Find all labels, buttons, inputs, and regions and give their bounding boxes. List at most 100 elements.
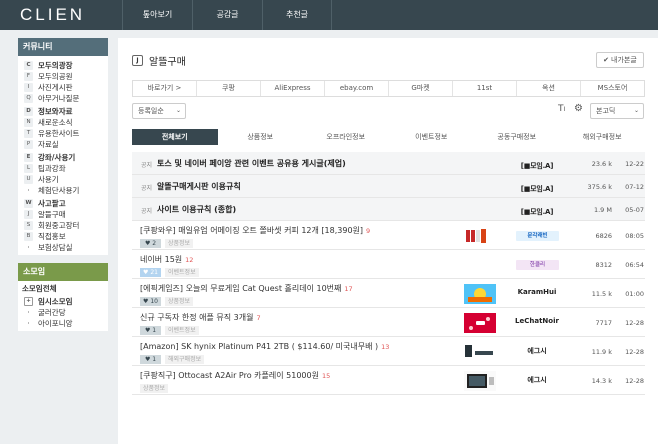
sidebar-item[interactable]: · 굴러간당 — [18, 307, 108, 318]
comment-count[interactable]: 7 — [256, 314, 260, 322]
post-row[interactable]: [쿠팡와우] 매일유업 어메이징 오트 쫄바셋 커피 12개 [18,390원]… — [132, 221, 645, 250]
tab-0[interactable]: 전체보기 — [132, 129, 218, 145]
announcement-row[interactable]: 공지 알뜰구매게시판 이용규칙 [■모임.A] 375.6 k 07-12 — [132, 175, 645, 198]
post-title-wrap[interactable]: 네이버 15원 12 — [140, 254, 193, 265]
post-row[interactable]: 신규 구독자 한정 애플 뮤직 3개월 7 ♥ 1 이벤트정보 LeChatNoir 77… — [132, 308, 645, 337]
author-nickname[interactable]: LeChatNoir — [500, 317, 574, 325]
post-title-wrap[interactable]: 신규 구독자 한정 애플 뮤직 3개월 7 — [140, 312, 261, 323]
post-thumbnail[interactable] — [464, 226, 496, 246]
sidebar-item[interactable]: + 임시소모임 — [18, 296, 108, 307]
post-thumbnail[interactable] — [464, 371, 496, 391]
sidebar-item[interactable]: T 유용한사이트 — [18, 128, 108, 139]
sidebar-item[interactable]: 소모임전체 — [18, 283, 108, 294]
post-title-wrap[interactable]: [쿠팡와우] 매일유업 어메이징 오트 쫄바셋 커피 12개 [18,390원]… — [140, 225, 370, 236]
sidebar-item[interactable]: I 사진게시판 — [18, 82, 108, 93]
post-title[interactable]: [에픽게임즈] 오늘의 무료게임 Cat Quest 홀리데이 10번째 — [140, 284, 341, 293]
author-nickname[interactable]: 한클리 — [516, 260, 559, 270]
author-nickname[interactable]: [■모임.A] — [500, 161, 574, 171]
hit-count: 8312 — [595, 261, 612, 269]
comment-count[interactable]: 13 — [381, 343, 389, 351]
sidebar-item[interactable]: Q 아무거나질문 — [18, 93, 108, 104]
sidebar-somoim-header[interactable]: 소모임 — [18, 263, 108, 281]
tab-1[interactable]: 상품정보 — [218, 129, 304, 145]
filter-link[interactable]: ebay.com — [325, 81, 389, 96]
comment-count[interactable]: 9 — [366, 227, 370, 235]
announcement-row[interactable]: 공지 토스 및 네이버 페이앙 관련 이벤트 공유용 게시글(제업) [■모임.A]… — [132, 152, 645, 175]
filter-link[interactable]: MS스토어 — [581, 81, 644, 96]
post-title[interactable]: 신규 구독자 한정 애플 뮤직 3개월 — [140, 313, 253, 322]
announcement-title[interactable]: 알뜰구매게시판 이용규칙 — [157, 181, 241, 192]
filter-link[interactable]: G마켓 — [389, 81, 453, 96]
tab-2[interactable]: 오프라인정보 — [303, 129, 389, 145]
sidebar-item[interactable]: N 새로운소식 — [18, 117, 108, 128]
post-title[interactable]: [쿠팡와우] 매일유업 어메이징 오트 쫄바셋 커피 12개 [18,390원] — [140, 226, 363, 235]
sidebar-community-header[interactable]: 커뮤니티 — [18, 38, 108, 56]
sidebar-item[interactable]: · 보험상담실 — [18, 242, 108, 253]
sidebar-item[interactable]: C 모두의광장 — [18, 60, 108, 71]
shortcut-filter-row: 바로가기 > 쿠팡 AliExpress ebay.com G마켓 11st 옥션 MS스토어 — [132, 80, 645, 97]
sidebar-item[interactable]: J 알뜰구매 — [18, 209, 108, 220]
filter-link[interactable]: 옥션 — [517, 81, 581, 96]
post-thumbnail[interactable] — [464, 342, 496, 362]
post-time: 08:05 — [625, 232, 644, 240]
sidebar-item[interactable]: L 팁과강좌 — [18, 163, 108, 174]
post-title-wrap[interactable]: [쿠팡직구] Ottocast A2Air Pro 카플레이 51000원 15 — [140, 370, 330, 381]
filter-link[interactable]: 11st — [453, 81, 517, 96]
post-thumbnail[interactable] — [464, 313, 496, 333]
sidebar-item[interactable]: F 모두의공원 — [18, 71, 108, 82]
sidebar-key-badge: P — [24, 140, 33, 149]
author-nickname[interactable]: 에그시 — [500, 346, 574, 356]
post-title[interactable]: 네이버 15원 — [140, 255, 182, 264]
author-nickname[interactable]: 문각래빈 — [516, 231, 559, 241]
author-nickname[interactable]: [■모임.A] — [500, 207, 574, 217]
sidebar-item[interactable]: U 사용기 — [18, 174, 108, 185]
clien-logo[interactable]: CLIEN — [20, 5, 85, 25]
filter-link[interactable]: 쿠팡 — [197, 81, 261, 96]
comment-count[interactable]: 15 — [322, 372, 330, 380]
nav-chucheon[interactable]: 추천글 — [262, 0, 332, 30]
author-nickname[interactable]: KaramHui — [500, 288, 574, 296]
hit-count: 6826 — [595, 232, 612, 240]
chevron-down-icon: ⌄ — [175, 107, 181, 114]
comment-count[interactable]: 12 — [185, 256, 193, 264]
post-title[interactable]: [쿠팡직구] Ottocast A2Air Pro 카플레이 51000원 — [140, 371, 319, 380]
filter-link[interactable]: 바로가기 > — [133, 81, 197, 96]
sidebar-item[interactable]: D 정보와자료 — [18, 106, 108, 117]
sidebar-item[interactable]: P 자료실 — [18, 139, 108, 150]
author-nickname[interactable]: [■모임.A] — [500, 184, 574, 194]
sidebar-item-label: 유용한사이트 — [38, 129, 80, 138]
announcement-row[interactable]: 공지 사이트 이용규칙 (종합) [■모임.A] 1.9 M 05-07 — [132, 198, 645, 221]
sidebar-item[interactable]: S 회원중고장터 — [18, 220, 108, 231]
tab-5[interactable]: 해외구매정보 — [560, 129, 646, 145]
sort-select[interactable]: 등록일순 ⌄ — [132, 103, 186, 119]
my-viewed-posts-button[interactable]: ✔ 내가본글 — [596, 52, 644, 68]
post-row[interactable]: [에픽게임즈] 오늘의 무료게임 Cat Quest 홀리데이 10번째 17 ♥ … — [132, 279, 645, 308]
sidebar-item[interactable]: E 강좌/사용기 — [18, 152, 108, 163]
hit-count: 23.6 k — [591, 160, 612, 168]
post-thumbnail[interactable] — [464, 284, 496, 304]
sidebar-item[interactable]: W 사고팔고 — [18, 198, 108, 209]
comment-count[interactable]: 17 — [344, 285, 352, 293]
tab-3[interactable]: 이벤트정보 — [389, 129, 475, 145]
post-title-wrap[interactable]: [에픽게임즈] 오늘의 무료게임 Cat Quest 홀리데이 10번째 17 — [140, 283, 353, 294]
announcement-title[interactable]: 토스 및 네이버 페이앙 관련 이벤트 공유용 게시글(제업) — [157, 158, 346, 169]
post-row[interactable]: [쿠팡직구] Ottocast A2Air Pro 카플레이 51000원 15 상… — [132, 366, 645, 395]
post-row[interactable]: 네이버 15원 12 ♥ 21 이벤트정보 한클리 8312 06:54 — [132, 250, 645, 279]
nav-toparboogi[interactable]: 톺아보기 — [122, 0, 192, 30]
post-title-wrap[interactable]: [Amazon] SK hynix Platinum P41 2TB ( $11… — [140, 341, 389, 352]
sidebar-item-label: 모두의공원 — [38, 72, 73, 81]
post-title[interactable]: [Amazon] SK hynix Platinum P41 2TB ( $11… — [140, 342, 378, 351]
text-size-icon[interactable]: TI — [558, 104, 565, 114]
sidebar-item[interactable]: · 아이포니앙 — [18, 318, 108, 329]
post-category: 해외구매정보 — [165, 355, 205, 364]
nav-gonggam[interactable]: 공감글 — [192, 0, 262, 30]
author-nickname[interactable]: 에그시 — [500, 375, 574, 385]
announcement-title[interactable]: 사이트 이용규칙 (종합) — [157, 204, 236, 215]
gear-icon[interactable]: ⚙ — [574, 103, 583, 114]
font-select[interactable]: 본고딕 ⌄ — [590, 103, 644, 119]
filter-link[interactable]: AliExpress — [261, 81, 325, 96]
sidebar-item[interactable]: B 직접홍보 — [18, 231, 108, 242]
tab-4[interactable]: 공동구매정보 — [474, 129, 560, 145]
sidebar-item[interactable]: · 체험단사용기 — [18, 185, 108, 196]
post-row[interactable]: [Amazon] SK hynix Platinum P41 2TB ( $11… — [132, 337, 645, 366]
